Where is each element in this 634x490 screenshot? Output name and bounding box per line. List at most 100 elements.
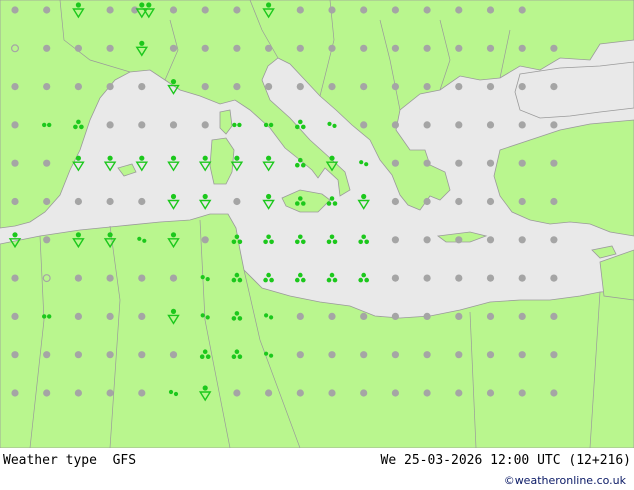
weather-symbol-partly-cloudy (233, 389, 241, 397)
weather-symbol-partly-cloudy (74, 274, 82, 282)
weather-symbol-partly-cloudy (74, 351, 82, 359)
weather-symbol-partly-cloudy (486, 274, 495, 282)
weather-symbol-partly-cloudy (138, 389, 146, 397)
valid-datetime: We 25-03-2026 12:00 UTC (12+216) (380, 453, 631, 468)
weather-symbol-partly-cloudy (518, 83, 526, 91)
weather-symbol-partly-cloudy (518, 389, 526, 397)
weather-symbol-partly-cloudy (138, 121, 146, 129)
weather-symbol-partly-cloudy (265, 389, 273, 397)
weather-symbol-partly-cloudy (296, 6, 304, 14)
weather-symbol-partly-cloudy (74, 83, 82, 91)
weather-symbol-partly-cloudy (550, 197, 558, 206)
weather-symbol-partly-cloudy (391, 83, 399, 91)
weather-symbol-partly-cloudy (296, 44, 304, 52)
weather-symbol-partly-cloudy (486, 197, 495, 206)
weather-symbol-partly-cloudy (138, 274, 146, 282)
weather-symbol-partly-cloudy (169, 351, 178, 359)
weather-symbol-partly-cloudy (106, 44, 114, 52)
weather-symbol-partly-cloudy (233, 44, 241, 52)
weather-symbol-partly-cloudy (201, 121, 209, 129)
weather-symbol-partly-cloudy (296, 312, 304, 320)
weather-symbol-partly-cloudy (391, 159, 399, 167)
weather-symbol-partly-cloudy (455, 159, 463, 167)
weather-symbol-partly-cloudy (328, 83, 336, 91)
weather-symbol-partly-cloudy (391, 6, 399, 14)
weather-symbol-partly-cloudy (391, 44, 399, 52)
weather-symbol-partly-cloudy (106, 121, 114, 129)
weather-symbol-partly-cloudy (550, 312, 558, 320)
weather-symbol-partly-cloudy (265, 83, 273, 91)
weather-symbol-partly-cloudy (550, 274, 558, 282)
weather-symbol-partly-cloudy (486, 83, 495, 91)
weather-symbol-partly-cloudy (43, 83, 51, 91)
weather-symbol-partly-cloudy (455, 197, 463, 206)
weather-symbol-partly-cloudy (391, 197, 399, 206)
weather-symbol-partly-cloudy (201, 236, 209, 244)
weather-symbol-partly-cloudy (328, 312, 336, 320)
weather-symbol-partly-cloudy (360, 44, 368, 52)
credit-link[interactable]: ©weatheronline.co.uk (504, 474, 626, 487)
weather-symbol-partly-cloudy (486, 351, 495, 359)
weather-symbol-partly-cloudy (391, 351, 399, 359)
weather-symbol-partly-cloudy (550, 44, 558, 52)
weather-symbol-partly-cloudy (518, 312, 526, 320)
weather-symbol-partly-cloudy (391, 274, 399, 282)
weather-symbol-partly-cloudy (169, 6, 178, 14)
weather-symbol-partly-cloudy (391, 312, 399, 320)
weather-symbol-partly-cloudy (455, 274, 463, 282)
weather-symbol-partly-cloudy (328, 44, 336, 52)
weather-symbol-partly-cloudy (106, 312, 114, 320)
weather-symbol-partly-cloudy (296, 83, 304, 91)
weather-symbol-partly-cloudy (486, 159, 495, 167)
weather-symbol-partly-cloudy (328, 389, 336, 397)
weather-symbol-partly-cloudy (455, 121, 463, 129)
weather-symbol-partly-cloudy (423, 44, 431, 52)
weather-symbol-partly-cloudy (550, 236, 558, 244)
weather-symbol-partly-cloudy (360, 121, 368, 129)
weather-symbol-partly-cloudy (391, 121, 399, 129)
weather-symbol-partly-cloudy (518, 159, 526, 167)
weather-symbol-partly-cloudy (360, 389, 368, 397)
weather-symbol-partly-cloudy (455, 312, 463, 320)
weather-symbol-partly-cloudy (11, 351, 19, 359)
weather-symbol-partly-cloudy (518, 44, 526, 52)
weather-symbol-partly-cloudy (455, 83, 463, 91)
weather-symbol-partly-cloudy (486, 389, 495, 397)
weather-symbol-partly-cloudy (265, 44, 273, 52)
weather-symbol-partly-cloudy (233, 6, 241, 14)
weather-symbol-partly-cloudy (233, 83, 241, 91)
weather-symbol-partly-cloudy (486, 312, 495, 320)
weather-symbol-partly-cloudy (455, 389, 463, 397)
weather-symbol-partly-cloudy (328, 6, 336, 14)
weather-symbol-partly-cloudy (233, 197, 241, 206)
weather-symbol-partly-cloudy (11, 312, 19, 320)
weather-symbol-partly-cloudy (423, 197, 431, 206)
weather-symbol-partly-cloudy (423, 389, 431, 397)
weather-symbol-partly-cloudy (550, 351, 558, 359)
footer: Weather type GFS We 25-03-2026 12:00 UTC… (0, 448, 634, 490)
weather-symbol-partly-cloudy (423, 159, 431, 167)
weather-symbol-partly-cloudy (518, 6, 526, 14)
weather-symbol-partly-cloudy (423, 274, 431, 282)
weather-symbol-partly-cloudy (11, 197, 19, 206)
weather-symbol-partly-cloudy (74, 197, 82, 206)
weather-symbol-partly-cloudy (486, 121, 495, 129)
weather-symbol-partly-cloudy (518, 121, 526, 129)
weather-symbol-partly-cloudy (11, 274, 19, 282)
weather-symbol-partly-cloudy (391, 389, 399, 397)
weather-symbol-partly-cloudy (43, 236, 51, 244)
weather-symbol-partly-cloudy (423, 312, 431, 320)
weather-symbol-partly-cloudy (43, 389, 51, 397)
weather-symbol-partly-cloudy (11, 389, 19, 397)
weather-symbol-partly-cloudy (455, 44, 463, 52)
weather-symbol-partly-cloudy (391, 236, 399, 244)
weather-symbol-partly-cloudy (423, 121, 431, 129)
weather-symbol-partly-cloudy (296, 389, 304, 397)
weather-symbol-partly-cloudy (106, 389, 114, 397)
weather-symbol-partly-cloudy (138, 83, 146, 91)
weather-symbol-partly-cloudy (11, 6, 19, 14)
weather-symbol-partly-cloudy (169, 44, 178, 52)
weather-symbol-partly-cloudy (169, 121, 178, 129)
weather-symbol-partly-cloudy (423, 236, 431, 244)
weather-symbol-partly-cloudy (550, 121, 558, 129)
